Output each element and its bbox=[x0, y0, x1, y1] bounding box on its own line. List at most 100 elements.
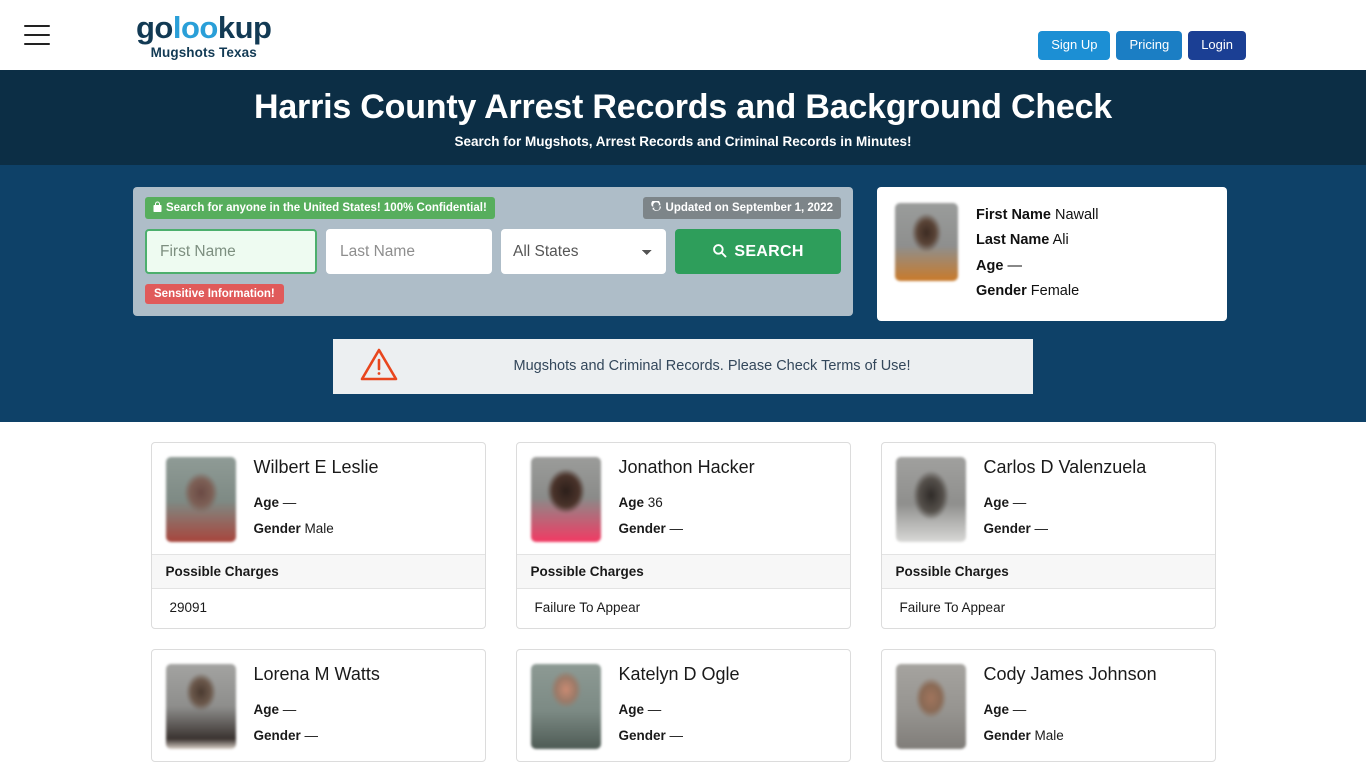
result-gender-label: Gender bbox=[983, 727, 1031, 743]
result-age-label: Age bbox=[983, 495, 1010, 511]
profile-avatar bbox=[895, 203, 958, 282]
featured-profile-card[interactable]: First Name Nawall Last Name Ali Age — Ge… bbox=[877, 187, 1227, 321]
result-card-header: Cody James Johnson Age — Gender Male bbox=[882, 650, 1215, 761]
profile-value-first-name: Nawall bbox=[1054, 207, 1099, 224]
pricing-button[interactable]: Pricing bbox=[1116, 31, 1183, 60]
result-card-header: Lorena M Watts Age — Gender — bbox=[152, 650, 485, 761]
result-avatar bbox=[530, 456, 601, 542]
logo-text-go: go bbox=[136, 10, 173, 45]
result-name: Wilbert E Leslie bbox=[253, 456, 379, 477]
result-gender-label: Gender bbox=[618, 520, 666, 536]
result-name: Cody James Johnson bbox=[983, 663, 1157, 684]
profile-value-age: — bbox=[1007, 257, 1022, 274]
results-section: Wilbert E Leslie Age — Gender Male Possi… bbox=[0, 421, 1366, 762]
result-gender-row: Gender Male bbox=[254, 516, 379, 542]
result-card[interactable]: Carlos D Valenzuela Age — Gender — Possi… bbox=[880, 441, 1216, 629]
logo-wordmark: golookup bbox=[136, 12, 272, 43]
result-age-value: 36 bbox=[647, 495, 663, 511]
terms-warning-bar: Mugshots and Criminal Records. Please Ch… bbox=[333, 338, 1033, 394]
profile-label-age: Age bbox=[976, 257, 1004, 274]
result-avatar bbox=[895, 663, 966, 749]
first-name-input[interactable] bbox=[145, 229, 317, 275]
result-avatar bbox=[165, 456, 236, 542]
logo-text-loo: loo bbox=[172, 10, 219, 45]
hamburger-menu-icon[interactable] bbox=[24, 25, 50, 45]
result-gender-label: Gender bbox=[983, 520, 1031, 536]
result-age-label: Age bbox=[983, 702, 1010, 718]
result-age-value: — bbox=[647, 702, 662, 718]
warning-text: Mugshots and Criminal Records. Please Ch… bbox=[513, 358, 911, 375]
result-gender-value: Male bbox=[304, 520, 334, 536]
search-icon bbox=[712, 243, 727, 261]
profile-row-age: Age — bbox=[976, 254, 1099, 279]
hamburger-line bbox=[24, 43, 50, 45]
result-age-label: Age bbox=[618, 495, 645, 511]
result-age-label: Age bbox=[253, 495, 280, 511]
result-age-row: Age — bbox=[984, 697, 1157, 723]
possible-charges-value: 29091 bbox=[169, 599, 208, 615]
result-gender-label: Gender bbox=[253, 520, 301, 536]
nav-button-group: Sign Up Pricing Login bbox=[1038, 31, 1246, 60]
result-gender-row: Gender — bbox=[619, 516, 755, 542]
result-age-value: — bbox=[1012, 702, 1027, 718]
state-select[interactable]: All States bbox=[501, 229, 667, 275]
profile-row-last-name: Last Name Ali bbox=[976, 228, 1099, 253]
result-age-row: Age — bbox=[254, 490, 379, 516]
search-panel: Search for anyone in the United States! … bbox=[133, 187, 853, 317]
result-card[interactable]: Lorena M Watts Age — Gender — bbox=[150, 648, 486, 762]
hamburger-line bbox=[24, 25, 50, 27]
hero-search-section: Search for anyone in the United States! … bbox=[0, 165, 1366, 422]
profile-row-first-name: First Name Nawall bbox=[976, 203, 1099, 228]
result-card-header: Wilbert E Leslie Age — Gender Male bbox=[152, 443, 485, 554]
last-name-input[interactable] bbox=[326, 229, 492, 275]
result-name: Katelyn D Ogle bbox=[618, 663, 740, 684]
warning-triangle-icon bbox=[359, 346, 399, 387]
possible-charges-value: Failure To Appear bbox=[534, 599, 641, 615]
profile-details: First Name Nawall Last Name Ali Age — Ge… bbox=[976, 203, 1099, 305]
result-gender-row: Gender — bbox=[254, 723, 380, 749]
search-button-label: SEARCH bbox=[734, 242, 804, 260]
result-age-row: Age — bbox=[254, 697, 380, 723]
result-card[interactable]: Katelyn D Ogle Age — Gender — bbox=[515, 648, 851, 762]
results-grid: Wilbert E Leslie Age — Gender Male Possi… bbox=[150, 441, 1216, 762]
result-card[interactable]: Jonathon Hacker Age 36 Gender — Possible… bbox=[515, 441, 851, 629]
profile-label-gender: Gender bbox=[976, 283, 1027, 300]
login-button[interactable]: Login bbox=[1188, 31, 1246, 60]
page-title-banner: Harris County Arrest Records and Backgro… bbox=[0, 70, 1366, 166]
warning-bar-wrapper: Mugshots and Criminal Records. Please Ch… bbox=[0, 321, 1366, 394]
result-name: Jonathon Hacker bbox=[618, 456, 755, 477]
result-gender-row: Gender — bbox=[619, 723, 740, 749]
result-age-value: — bbox=[1012, 495, 1027, 511]
search-button[interactable]: SEARCH bbox=[675, 229, 841, 275]
result-avatar bbox=[895, 456, 966, 542]
result-age-value: — bbox=[282, 495, 297, 511]
possible-charges-header: Possible Charges bbox=[151, 553, 485, 589]
confidential-badge: Search for anyone in the United States! … bbox=[145, 197, 495, 220]
profile-label-last-name: Last Name bbox=[976, 232, 1050, 249]
result-gender-value: Male bbox=[1034, 727, 1064, 743]
possible-charges-value: Failure To Appear bbox=[899, 599, 1006, 615]
profile-label-first-name: First Name bbox=[976, 207, 1051, 224]
confidential-badge-text: Search for anyone in the United States! … bbox=[166, 202, 487, 215]
refresh-icon bbox=[650, 199, 662, 215]
result-age-row: Age — bbox=[619, 697, 740, 723]
sensitive-information-badge: Sensitive Information! bbox=[145, 284, 284, 305]
result-name: Carlos D Valenzuela bbox=[983, 456, 1147, 477]
result-age-row: Age — bbox=[984, 490, 1147, 516]
lock-icon bbox=[153, 201, 162, 215]
result-card[interactable]: Cody James Johnson Age — Gender Male bbox=[880, 648, 1216, 762]
sign-up-button[interactable]: Sign Up bbox=[1038, 31, 1111, 60]
result-avatar bbox=[530, 663, 601, 749]
result-gender-value: — bbox=[669, 520, 684, 536]
result-gender-value: — bbox=[1034, 520, 1049, 536]
page-title: Harris County Arrest Records and Backgro… bbox=[253, 88, 1113, 126]
page-subtitle: Search for Mugshots, Arrest Records and … bbox=[454, 134, 912, 150]
result-card[interactable]: Wilbert E Leslie Age — Gender Male Possi… bbox=[150, 441, 486, 629]
profile-value-gender: Female bbox=[1030, 283, 1080, 300]
result-gender-row: Gender Male bbox=[984, 723, 1157, 749]
site-logo[interactable]: golookup Mugshots Texas bbox=[136, 12, 272, 60]
search-panel-badges: Search for anyone in the United States! … bbox=[145, 197, 841, 220]
result-card-header: Carlos D Valenzuela Age — Gender — bbox=[882, 443, 1215, 554]
result-gender-row: Gender — bbox=[984, 516, 1147, 542]
result-card-header: Katelyn D Ogle Age — Gender — bbox=[517, 650, 850, 761]
